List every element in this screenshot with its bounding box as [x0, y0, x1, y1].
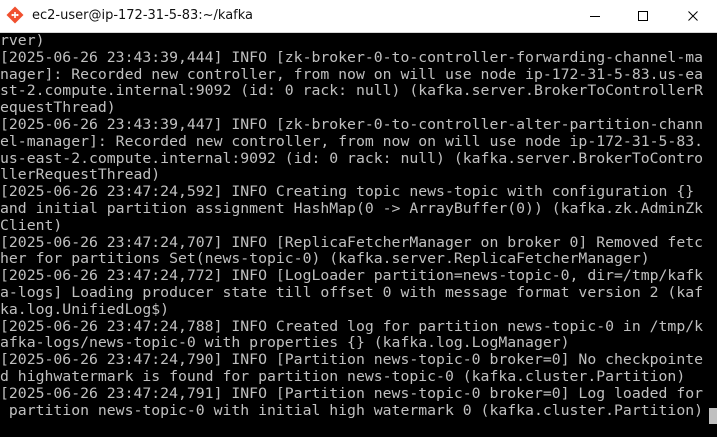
terminal-line: el-manager]: Recorded new controller, fr…: [0, 133, 704, 150]
terminal-line: [2025-06-26 23:47:24,791] INFO [Partitio…: [0, 385, 704, 402]
terminal-line: d highwatermark is found for partition n…: [0, 369, 686, 385]
terminal-line: afka-logs/news-topic-0 with properties {…: [0, 335, 570, 352]
terminal-line: rver): [0, 33, 45, 49]
minimize-icon: [589, 7, 601, 26]
window-title: ec2-user@ip-172-31-5-83:~/kafka: [32, 8, 254, 23]
terminal-line: and initial partition assignment HashMap…: [0, 201, 704, 217]
window-titlebar[interactable]: ec2-user@ip-172-31-5-83:~/kafka: [0, 0, 717, 33]
terminal-line: [2025-06-26 23:47:24,772] INFO [LogLoade…: [0, 268, 704, 285]
minimize-button[interactable]: [572, 0, 618, 32]
terminal-line: [2025-06-26 23:43:39,447] INFO [zk-broke…: [0, 117, 704, 133]
close-button[interactable]: [668, 0, 717, 32]
close-icon: [687, 7, 699, 26]
terminal-line: [2025-06-26 23:47:24,592] INFO Creating …: [0, 184, 695, 201]
terminal-line: [2025-06-26 23:47:24,707] INFO [ReplicaF…: [0, 234, 704, 251]
terminal-line: equestThread): [0, 100, 116, 117]
terminal-line: Client): [0, 217, 63, 234]
maximize-button[interactable]: [620, 0, 666, 32]
terminal-line: partition news-topic-0 with initial high…: [0, 402, 704, 419]
terminal-line: nager]: Recorded new controller, from no…: [0, 66, 704, 83]
terminal-line: st-2.compute.internal:9092 (id: 0 rack: …: [0, 83, 704, 100]
terminal-line: a-logs] Loading producer state till offs…: [0, 285, 704, 301]
terminal-line: [2025-06-26 23:47:24,788] INFO Created l…: [0, 318, 704, 335]
terminal-line: her for partitions Set(news-topic-0) (ka…: [0, 251, 650, 268]
terminal-line: [2025-06-26 23:47:24,790] INFO [Partitio…: [0, 352, 704, 369]
terminal-line: us-east-2.compute.internal:9092 (id: 0 r…: [0, 150, 704, 167]
terminal-line: ka.log.UnifiedLog$): [0, 301, 170, 318]
terminal-line: [2025-06-26 23:43:39,444] INFO [zk-broke…: [0, 49, 704, 66]
git-bash-diamond-icon: [6, 6, 24, 24]
maximize-icon: [637, 7, 649, 26]
terminal-cursor: [709, 408, 717, 424]
terminal-output[interactable]: rver) [2025-06-26 23:43:39,444] INFO [zk…: [0, 33, 717, 437]
terminal-line: llerRequestThread): [0, 167, 161, 184]
